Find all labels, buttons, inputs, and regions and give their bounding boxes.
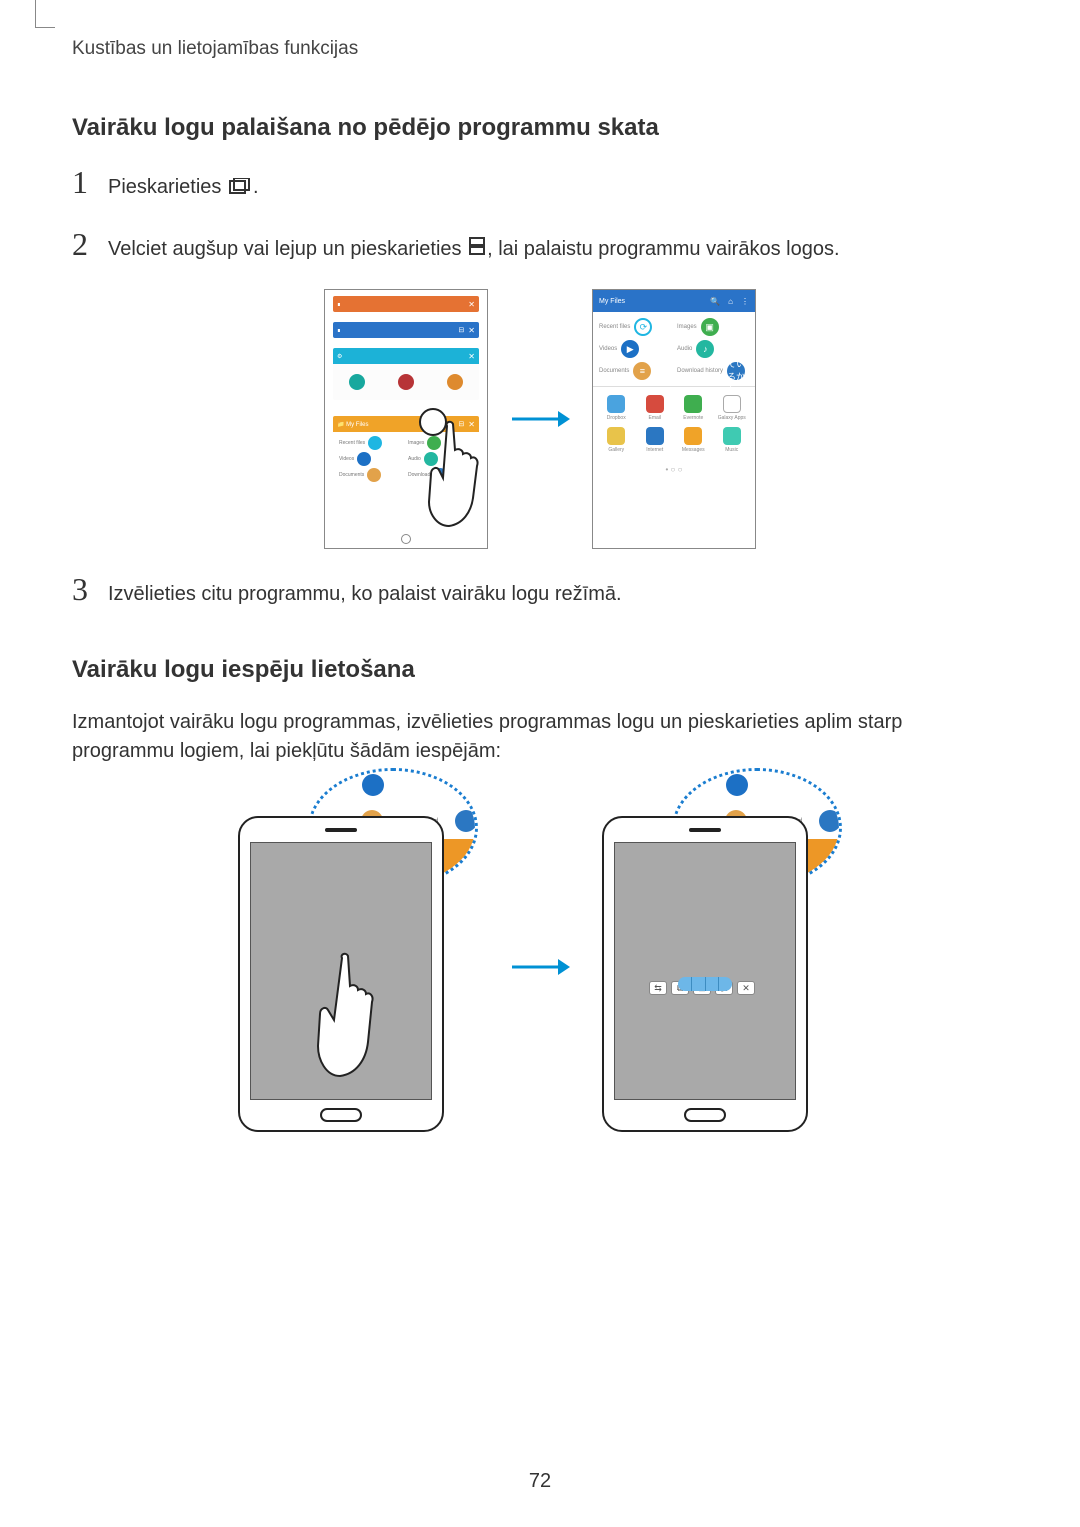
file-label: Recent files <box>339 440 365 446</box>
search-icon: 🔍 <box>710 297 720 306</box>
email-icon <box>646 395 664 413</box>
step-text: Velciet augšup vai lejup un pieskarietie… <box>108 235 840 264</box>
running-header: Kustības un lietojamības funkcijas <box>72 38 1008 60</box>
step3-text: Izvēlieties citu programmu, ko palaist v… <box>108 580 622 608</box>
step-text: Pieskarieties . <box>108 173 259 202</box>
page-content: Kustības un lietojamības funkcijas Vairā… <box>0 0 1080 1132</box>
hand-pointer-icon <box>425 420 485 535</box>
close-icon: ✕ <box>737 981 755 995</box>
step-1: 1 Pieskarieties . <box>72 166 1008 202</box>
download-icon <box>455 810 477 832</box>
app-label: Gallery <box>608 447 624 453</box>
phone-home-button-icon <box>320 1108 362 1122</box>
phone-speaker-icon <box>689 828 721 832</box>
app-label: Music <box>725 447 738 453</box>
multiwindow-divider-handle-icon <box>678 977 732 991</box>
step-number: 1 <box>72 166 100 198</box>
internet-icon <box>646 427 664 445</box>
step-number: 3 <box>72 573 100 605</box>
picker-cell-label: Images <box>677 324 697 330</box>
pager-dots-icon: • ○ ○ <box>593 461 755 474</box>
step2-text-a: Velciet augšup vai lejup un pieskarietie… <box>108 238 462 260</box>
phone-speaker-icon <box>325 828 357 832</box>
heading-launch-multiwindow: Vairāku logu palaišana no pēdējo program… <box>72 114 1008 142</box>
recent-card-1: ∎✕ <box>333 296 479 312</box>
app-label: Dropbox <box>607 415 626 421</box>
step2-text-b: , lai palaistu programmu vairākos logos. <box>487 238 839 260</box>
file-label: Videos <box>339 456 354 462</box>
music-icon <box>723 427 741 445</box>
hand-pointer-icon <box>314 952 384 1087</box>
picker-cell-label: Documents <box>599 368 629 374</box>
picker-cell-label: Audio <box>677 346 692 352</box>
illustration-recent-apps-phone: ∎✕ ∎⊟✕ ⚙✕ 📁 My Files⊟✕ Recent files Im <box>324 289 488 549</box>
card4-title: My Files <box>346 422 368 428</box>
step1-suffix: . <box>253 176 259 198</box>
galaxy-apps-icon <box>723 395 741 413</box>
home-indicator-icon <box>401 534 411 544</box>
evernote-icon <box>684 395 702 413</box>
videos-icon <box>362 774 384 796</box>
gallery-icon <box>607 427 625 445</box>
more-icon: ⋮ <box>741 297 749 306</box>
multiwindow-split-icon <box>469 235 485 263</box>
picker-title: My Files <box>599 298 625 305</box>
recent-card-2: ∎⊟✕ <box>333 322 479 338</box>
picker-cell-label: Recent files <box>599 324 630 330</box>
app-label: Messages <box>682 447 705 453</box>
videos-icon <box>726 774 748 796</box>
illustration-tap-handle: Documents Downloaded ≡ Tap to add priori… <box>228 802 488 1132</box>
heading-using-multiwindow-options: Vairāku logu iespēju lietošana <box>72 656 1008 684</box>
page-edge-tab <box>35 0 55 28</box>
figure-multiwindow-options: Documents Downloaded ≡ Tap to add priori… <box>72 802 1008 1132</box>
app-label: Evernote <box>683 415 703 421</box>
file-label: Images <box>408 440 424 446</box>
illustration-multiwindow-picker: My Files 🔍 ⌂ ⋮ Recent files⟳ Images▣ Vid… <box>592 289 756 549</box>
figure-recent-apps-to-multiwindow: ∎✕ ∎⊟✕ ⚙✕ 📁 My Files⊟✕ Recent files Im <box>72 289 1008 549</box>
picker-header: My Files 🔍 ⌂ ⋮ <box>593 290 755 312</box>
step1-text: Pieskarieties <box>108 176 221 198</box>
swap-windows-icon: ⇆ <box>649 981 667 995</box>
file-label: Audio <box>408 456 421 462</box>
step-3: 3 Izvēlieties citu programmu, ko palaist… <box>72 573 1008 608</box>
home-icon: ⌂ <box>728 297 733 306</box>
paragraph-multiwindow-options: Izmantojot vairāku logu programmas, izvē… <box>72 708 1008 766</box>
page-number: 72 <box>0 1470 1080 1493</box>
file-label: Documents <box>339 472 364 478</box>
picker-cell-label: Download history <box>677 368 723 374</box>
app-label: Galaxy Apps <box>718 415 746 421</box>
dropbox-icon <box>607 395 625 413</box>
phone-screen: ⇆ ⧉ ⊡ ⛶ ✕ <box>614 842 796 1100</box>
step-2: 2 Velciet augšup vai lejup un pieskariet… <box>72 228 1008 264</box>
picker-cell-label: Videos <box>599 346 617 352</box>
app-label: Email <box>648 415 661 421</box>
recent-card-3: ⚙✕ <box>333 348 479 400</box>
arrow-right-icon <box>510 955 570 979</box>
app-label: Internet <box>646 447 663 453</box>
phone-home-button-icon <box>684 1108 726 1122</box>
step-number: 2 <box>72 228 100 260</box>
arrow-right-icon <box>510 407 570 431</box>
illustration-multiwindow-toolbar: Documents Downloaded ≡ ⇆ ⧉ ⊡ ⛶ ✕ <box>592 802 852 1132</box>
messages-icon <box>684 427 702 445</box>
recent-apps-icon <box>229 174 251 202</box>
download-icon <box>819 810 841 832</box>
